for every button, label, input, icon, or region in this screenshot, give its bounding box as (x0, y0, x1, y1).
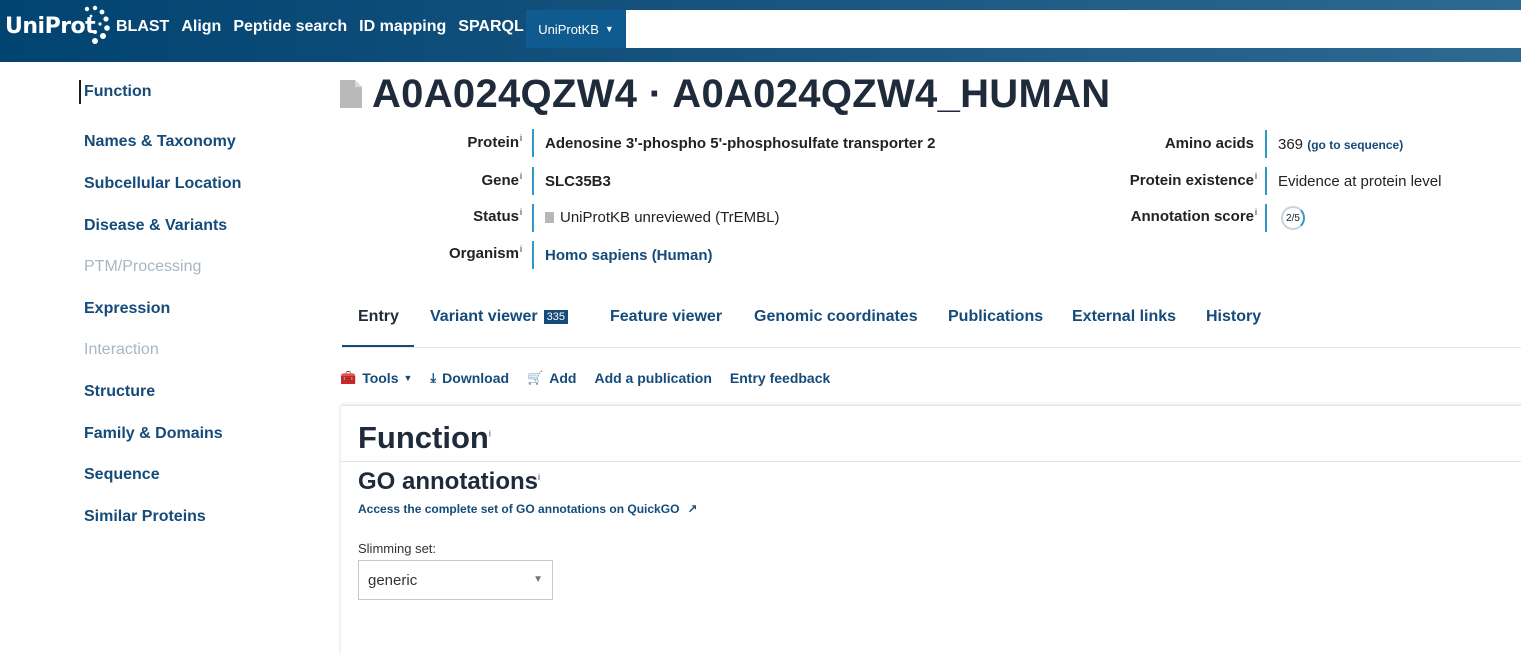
tab-history[interactable]: History (1206, 300, 1261, 347)
basket-icon: 🛒 (527, 370, 544, 385)
divider (1265, 167, 1267, 195)
quickgo-link[interactable]: Access the complete set of GO annotation… (358, 502, 697, 516)
variant-count-badge: 335 (543, 310, 568, 324)
status-label: Statusi (473, 207, 522, 225)
sidebar-item-function[interactable]: Function (79, 80, 319, 104)
main-nav: BLAST Align Peptide search ID mapping SP… (116, 18, 536, 36)
protein-existence-label: Protein existencei (1129, 171, 1257, 189)
gene-label: Genei (481, 171, 522, 189)
nav-blast[interactable]: BLAST (116, 18, 169, 36)
uniprot-logo[interactable]: UniProt (5, 4, 110, 48)
unreviewed-icon (545, 212, 554, 223)
chevron-down-icon: ▼ (403, 373, 413, 383)
nav-sparql[interactable]: SPARQL (458, 18, 523, 36)
search-input[interactable] (626, 10, 1521, 48)
sidebar-item-sequence[interactable]: Sequence (79, 454, 319, 496)
go-annotations-title: GO annotationsi (358, 468, 540, 495)
sidebar-item-interaction: Interaction (84, 341, 159, 359)
sidebar-item-similar-proteins[interactable]: Similar Proteins (79, 496, 319, 538)
nav-peptide-search[interactable]: Peptide search (233, 18, 347, 36)
sidebar-item-ptm-processing: PTM/Processing (84, 258, 202, 276)
logo-dots-icon (84, 5, 110, 44)
chevron-down-icon: ▼ (604, 24, 614, 34)
status-value: UniProtKB unreviewed (TrEMBL) (545, 209, 780, 226)
annotation-score-badge: 2/5 (1281, 206, 1305, 230)
protein-name: Adenosine 3'-phospho 5'-phosphosulfate t… (545, 135, 936, 152)
tab-entry[interactable]: Entry (342, 300, 414, 347)
info-icon[interactable]: i (520, 133, 522, 143)
nav-align[interactable]: Align (181, 18, 221, 36)
sidebar-item-family-domains[interactable]: Family & Domains (79, 413, 319, 455)
add-publication-link[interactable]: Add a publication (594, 370, 711, 386)
add-button[interactable]: 🛒 Add (527, 370, 576, 386)
chevron-down-icon: ▼ (533, 574, 543, 585)
document-icon (340, 80, 362, 108)
sidebar-item-expression[interactable]: Expression (79, 288, 319, 330)
go-to-sequence-link[interactable]: (go to sequence) (1307, 138, 1403, 152)
info-icon[interactable]: i (1255, 207, 1257, 217)
database-dropdown[interactable]: UniProtKB ▼ (526, 10, 626, 48)
info-icon[interactable]: i (489, 429, 491, 439)
divider (1265, 204, 1267, 232)
tab-variant-viewer[interactable]: Variant viewer 335 (430, 300, 568, 347)
download-icon: ⤓ (430, 370, 437, 385)
amino-acids-value: 369 (go to sequence) (1278, 136, 1404, 153)
database-label: UniProtKB (538, 21, 599, 37)
tools-dropdown[interactable]: 🧰 Tools ▼ (340, 370, 412, 386)
organism-link[interactable]: Homo sapiens (Human) (545, 247, 713, 264)
protein-existence-value: Evidence at protein level (1278, 173, 1442, 190)
protein-label: Proteini (467, 133, 522, 151)
sidebar-item-names-taxonomy[interactable]: Names & Taxonomy (79, 122, 319, 164)
entry-feedback-link[interactable]: Entry feedback (730, 370, 830, 386)
function-card: Functioni GO annotationsi Access the com… (341, 405, 1521, 655)
top-navigation-bar: UniProt BLAST Align Peptide search ID ma… (0, 0, 1521, 62)
external-link-icon: ↗ (687, 502, 698, 516)
info-icon[interactable]: i (1255, 171, 1257, 181)
page-title: A0A024QZW4 · A0A024QZW4_HUMAN (372, 72, 1111, 116)
organism-label: Organismi (448, 244, 522, 262)
sidebar-item-subcellular-location[interactable]: Subcellular Location (79, 163, 319, 205)
sidebar-item-disease-variants[interactable]: Disease & Variants (79, 205, 319, 247)
divider (532, 167, 534, 195)
tab-feature-viewer[interactable]: Feature viewer (610, 300, 722, 347)
entry-tabs: Entry Variant viewer 335 Feature viewer G… (342, 300, 1521, 348)
tab-external-links[interactable]: External links (1072, 300, 1176, 347)
divider (1265, 130, 1267, 158)
slimming-set-label: Slimming set: (358, 541, 437, 556)
info-icon[interactable]: i (538, 472, 540, 482)
toolbox-icon: 🧰 (340, 370, 357, 385)
tab-publications[interactable]: Publications (948, 300, 1043, 347)
function-title: Functioni (358, 420, 491, 455)
nav-id-mapping[interactable]: ID mapping (359, 18, 446, 36)
divider (341, 461, 1521, 462)
sidebar-item-structure[interactable]: Structure (79, 371, 319, 413)
info-icon[interactable]: i (520, 207, 522, 217)
amino-acids-label: Amino acids (1164, 135, 1254, 152)
annotation-score-label: Annotation scorei (1130, 207, 1257, 225)
section-sidebar: Function Names & Taxonomy Subcellular Lo… (79, 80, 319, 538)
entry-toolbar: 🧰 Tools ▼ ⤓ Download 🛒 Add Add a publica… (340, 368, 830, 388)
divider (532, 129, 534, 157)
info-icon[interactable]: i (520, 244, 522, 254)
download-button[interactable]: ⤓ Download (430, 370, 509, 386)
divider (532, 204, 534, 232)
info-icon[interactable]: i (520, 171, 522, 181)
tab-genomic-coordinates[interactable]: Genomic coordinates (754, 300, 918, 347)
gene-name: SLC35B3 (545, 173, 611, 190)
slimming-set-select[interactable]: generic ▼ (358, 560, 553, 600)
divider (532, 241, 534, 269)
